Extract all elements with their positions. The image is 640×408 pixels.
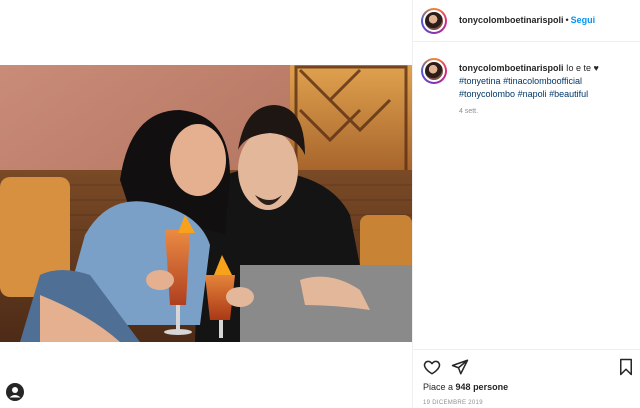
hashtag-link[interactable]: #napoli [518, 89, 547, 99]
header-username[interactable]: tonycolomboetinarispoli [459, 15, 564, 25]
header-user-line: tonycolomboetinarispoli • Segui [459, 15, 595, 25]
paper-plane-icon[interactable] [451, 358, 469, 376]
heart-icon[interactable] [423, 358, 441, 376]
likes-count[interactable]: 948 persone [456, 382, 509, 392]
post-details-panel: tonycolomboetinarispoli • Segui tonycolomb… [412, 0, 640, 408]
bookmark-icon[interactable] [617, 358, 635, 376]
follow-button[interactable]: Segui [571, 15, 596, 25]
hashtag-link[interactable]: #tonycolombo [459, 89, 515, 99]
hashtag-link[interactable]: #beautiful [549, 89, 588, 99]
caption-timestamp[interactable]: 4 sett. [459, 108, 478, 115]
header-separator-dot: • [565, 15, 569, 25]
post-caption: tonycolomboetinarispoli Io e te ♥ #tonye… [459, 62, 633, 101]
likes-prefix: Piace a [423, 382, 454, 392]
post-date[interactable]: 19 DICEMBRE 2019 [423, 400, 483, 406]
post-photo [0, 65, 412, 342]
user-icon[interactable] [6, 383, 24, 401]
post-actions: Piace a 948 persone 19 DICEMBRE 2019 [413, 349, 640, 408]
header-avatar[interactable] [421, 8, 447, 34]
caption-avatar[interactable] [421, 58, 447, 84]
post-image[interactable] [0, 65, 412, 342]
caption-username[interactable]: tonycolomboetinarispoli [459, 63, 564, 73]
caption-text: Io e te ♥ [566, 63, 599, 73]
hashtag-link[interactable]: #tonyetina [459, 76, 501, 86]
likes-summary: Piace a 948 persone [423, 382, 508, 392]
post-header: tonycolomboetinarispoli • Segui [413, 0, 640, 42]
hashtag-link[interactable]: #tinacolomboofficial [503, 76, 582, 86]
